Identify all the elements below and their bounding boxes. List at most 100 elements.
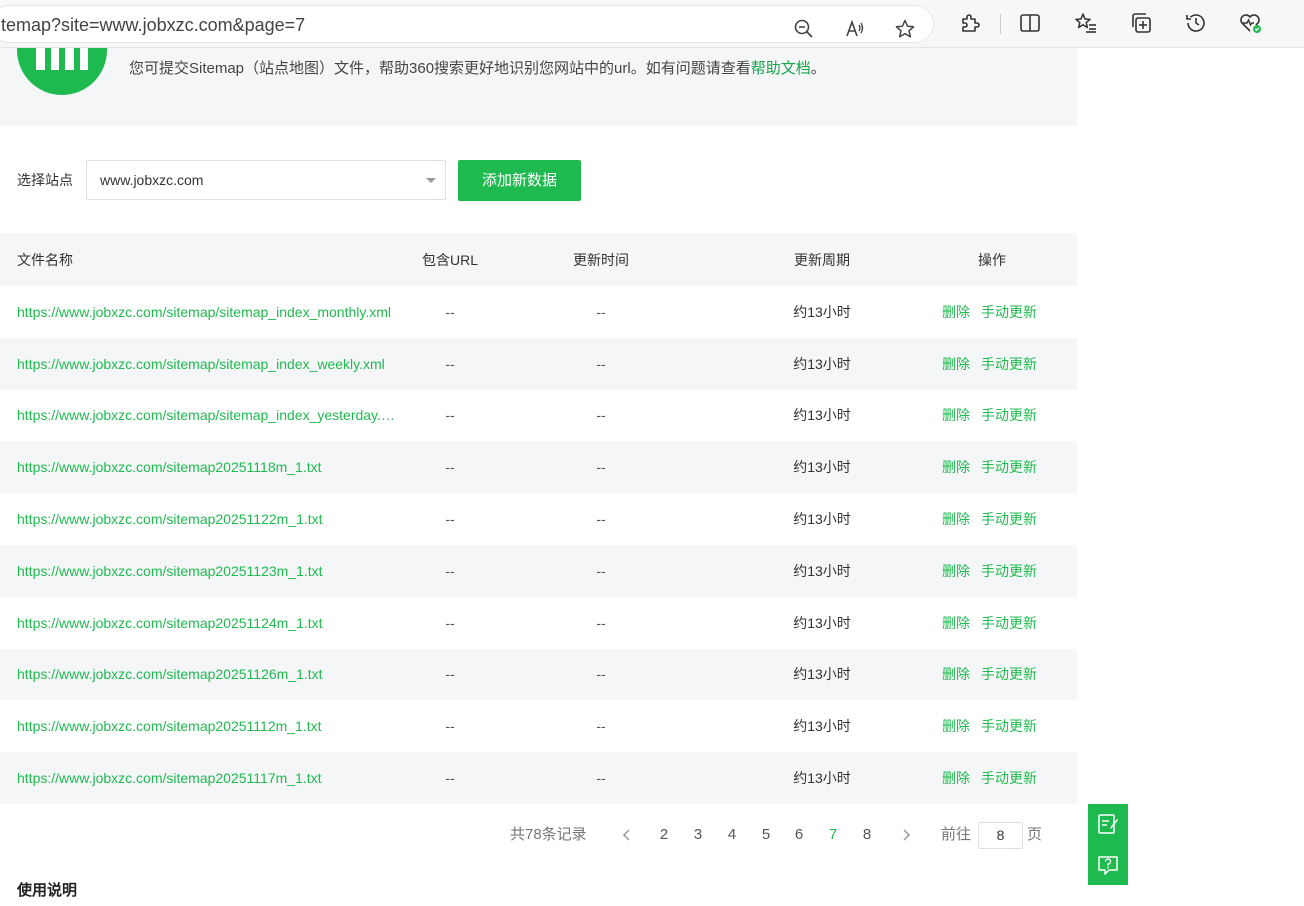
banner-text-suffix: 。 — [810, 60, 826, 77]
page-number-2[interactable]: 2 — [654, 822, 674, 848]
file-name-link[interactable]: https://www.jobxzc.com/sitemap20251122m_… — [17, 511, 401, 527]
page-number-6[interactable]: 6 — [789, 822, 809, 848]
update-time-cell: -- — [596, 666, 606, 683]
page-number-4[interactable]: 4 — [722, 822, 742, 848]
table-body: https://www.jobxzc.com/sitemap/sitemap_i… — [0, 286, 1077, 804]
page-number-7[interactable]: 7 — [823, 822, 843, 848]
operations-cell: 删除 手动更新 — [942, 597, 1062, 649]
delete-link[interactable]: 删除 — [942, 716, 970, 736]
manual-update-link[interactable]: 手动更新 — [981, 457, 1037, 477]
update-cycle-cell: 约13小时 — [793, 407, 851, 424]
toolbar-divider — [1000, 14, 1001, 34]
favorites-list-icon[interactable] — [1073, 10, 1099, 36]
operations-cell: 删除 手动更新 — [942, 338, 1062, 390]
header-update-cycle: 更新周期 — [794, 251, 850, 268]
delete-link[interactable]: 删除 — [942, 768, 970, 788]
browser-essentials-icon[interactable] — [1238, 10, 1264, 36]
delete-link[interactable]: 删除 — [942, 405, 970, 425]
manual-update-link[interactable]: 手动更新 — [981, 613, 1037, 633]
help-question-icon[interactable] — [1088, 845, 1128, 885]
help-doc-link[interactable]: 帮助文档 — [751, 60, 811, 77]
manual-update-link[interactable]: 手动更新 — [981, 509, 1037, 529]
usage-instructions-title: 使用说明 — [17, 882, 78, 899]
file-name-cell: https://www.jobxzc.com/sitemap20251123m_… — [17, 545, 401, 597]
history-icon[interactable] — [1183, 10, 1209, 36]
file-name-link[interactable]: https://www.jobxzc.com/sitemap20251117m_… — [17, 770, 401, 786]
manual-update-link[interactable]: 手动更新 — [981, 354, 1037, 374]
file-name-cell: https://www.jobxzc.com/sitemap20251117m_… — [17, 752, 401, 804]
read-aloud-icon[interactable] — [842, 16, 868, 42]
site-select-dropdown[interactable]: www.jobxzc.com — [86, 160, 446, 200]
table-row: https://www.jobxzc.com/sitemap/sitemap_i… — [0, 286, 1077, 338]
site-select-value: www.jobxzc.com — [100, 172, 204, 188]
page-number-8[interactable]: 8 — [857, 822, 877, 848]
split-screen-icon[interactable] — [1017, 10, 1043, 36]
update-cycle-cell: 约13小时 — [793, 303, 851, 320]
zoom-out-icon[interactable] — [791, 16, 817, 42]
manual-update-link[interactable]: 手动更新 — [981, 664, 1037, 684]
update-time-cell: -- — [596, 407, 606, 424]
update-cycle-cell: 约13小时 — [793, 511, 851, 528]
operations-cell: 删除 手动更新 — [942, 441, 1062, 493]
header-include-url: 包含URL — [421, 251, 478, 268]
manual-update-link[interactable]: 手动更新 — [981, 302, 1037, 322]
delete-link[interactable]: 删除 — [942, 302, 970, 322]
file-name-link[interactable]: https://www.jobxzc.com/sitemap20251123m_… — [17, 563, 401, 579]
file-name-cell: https://www.jobxzc.com/sitemap/sitemap_i… — [17, 338, 401, 390]
include-url-cell: -- — [445, 614, 455, 631]
add-new-data-button[interactable]: 添加新数据 — [458, 160, 581, 201]
header-update-time: 更新时间 — [573, 251, 629, 268]
table-row: https://www.jobxzc.com/sitemap20251123m_… — [0, 544, 1077, 597]
operations-cell: 删除 手动更新 — [942, 286, 1062, 338]
extensions-icon[interactable] — [957, 10, 983, 36]
operations-cell: 删除 手动更新 — [942, 700, 1062, 752]
file-name-cell: https://www.jobxzc.com/sitemap20251112m_… — [17, 700, 401, 752]
delete-link[interactable]: 删除 — [942, 664, 970, 684]
sitemap-table: 文件名称 包含URL 更新时间 更新周期 操作 https://www.jobx… — [0, 233, 1077, 804]
manual-update-link[interactable]: 手动更新 — [981, 561, 1037, 581]
feedback-edit-icon[interactable] — [1088, 804, 1128, 844]
delete-link[interactable]: 删除 — [942, 613, 970, 633]
file-name-link[interactable]: https://www.jobxzc.com/sitemap/sitemap_i… — [17, 407, 401, 423]
include-url-cell: -- — [445, 562, 455, 579]
file-name-cell: https://www.jobxzc.com/sitemap/sitemap_i… — [17, 390, 401, 442]
file-name-link[interactable]: https://www.jobxzc.com/sitemap20251124m_… — [17, 615, 401, 631]
include-url-cell: -- — [445, 770, 455, 787]
address-bar[interactable]: temap?site=www.jobxzc.com&page=7 — [0, 5, 934, 43]
table-header: 文件名称 包含URL 更新时间 更新周期 操作 — [0, 233, 1077, 286]
update-time-cell: -- — [596, 511, 606, 528]
update-cycle-cell: 约13小时 — [793, 459, 851, 476]
delete-link[interactable]: 删除 — [942, 561, 970, 581]
page-number-5[interactable]: 5 — [756, 822, 776, 848]
page-number-3[interactable]: 3 — [688, 822, 708, 848]
table-row: https://www.jobxzc.com/sitemap/sitemap_i… — [0, 337, 1077, 390]
delete-link[interactable]: 删除 — [942, 509, 970, 529]
manual-update-link[interactable]: 手动更新 — [981, 716, 1037, 736]
manual-update-link[interactable]: 手动更新 — [981, 405, 1037, 425]
delete-link[interactable]: 删除 — [942, 354, 970, 374]
file-name-link[interactable]: https://www.jobxzc.com/sitemap/sitemap_i… — [17, 356, 401, 372]
next-page-icon[interactable] — [899, 828, 913, 842]
operations-cell: 删除 手动更新 — [942, 390, 1062, 442]
prev-page-icon[interactable] — [620, 828, 634, 842]
collections-icon[interactable] — [1128, 10, 1154, 36]
file-name-cell: https://www.jobxzc.com/sitemap20251126m_… — [17, 649, 401, 701]
goto-label: 前往 — [941, 826, 972, 843]
operations-cell: 删除 手动更新 — [942, 545, 1062, 597]
banner-description: 您可提交Sitemap（站点地图）文件，帮助360搜索更好地识别您网站中的url… — [129, 58, 826, 80]
operations-cell: 删除 手动更新 — [942, 649, 1062, 701]
address-text[interactable]: temap?site=www.jobxzc.com&page=7 — [1, 6, 305, 44]
manual-update-link[interactable]: 手动更新 — [981, 768, 1037, 788]
favorite-star-icon[interactable] — [892, 16, 918, 42]
sitemap-logo-icon — [17, 48, 107, 95]
file-name-link[interactable]: https://www.jobxzc.com/sitemap20251118m_… — [17, 459, 401, 475]
delete-link[interactable]: 删除 — [942, 457, 970, 477]
update-cycle-cell: 约13小时 — [793, 562, 851, 579]
update-time-cell: -- — [596, 355, 606, 372]
floating-actions — [1088, 804, 1128, 885]
file-name-link[interactable]: https://www.jobxzc.com/sitemap/sitemap_i… — [17, 304, 401, 320]
goto-page-input[interactable]: 8 — [978, 822, 1023, 849]
file-name-link[interactable]: https://www.jobxzc.com/sitemap20251126m_… — [17, 666, 401, 682]
file-name-link[interactable]: https://www.jobxzc.com/sitemap20251112m_… — [17, 718, 401, 734]
include-url-cell: -- — [445, 459, 455, 476]
